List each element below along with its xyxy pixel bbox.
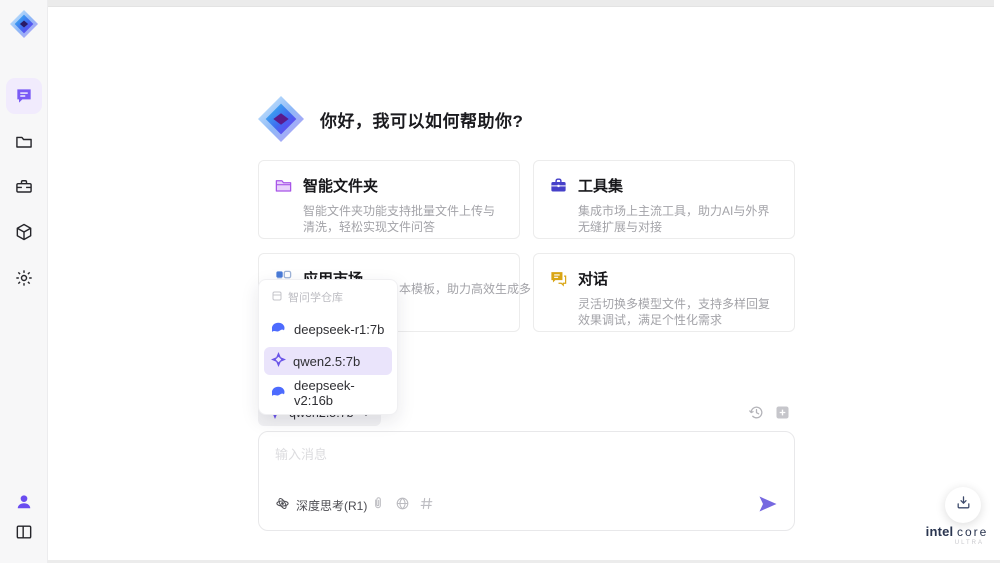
assistant-logo <box>258 96 304 142</box>
deep-think-label: 深度思考(R1) <box>296 498 368 513</box>
card-toolset[interactable]: 工具集 集成市场上主流工具，助力AI与外界无缝扩展与对接 <box>533 160 795 239</box>
message-input[interactable]: 输入消息 <box>275 444 327 463</box>
card-description: 集成市场上主流工具，助力AI与外界无缝扩展与对接 <box>578 204 770 234</box>
history-icon[interactable] <box>748 404 765 421</box>
sidebar-item-folders[interactable] <box>6 124 42 160</box>
chat-top-actions <box>748 404 791 421</box>
model-option-label: qwen2.5:7b <box>293 353 361 369</box>
briefcase-icon <box>548 176 568 196</box>
ultra-wordmark: ULTRA <box>954 540 984 546</box>
model-option-label: deepseek-v2:16b <box>294 378 355 408</box>
deep-think-icon <box>275 496 290 514</box>
folder-icon <box>14 132 34 152</box>
hash-icon[interactable] <box>419 496 434 511</box>
gear-icon <box>14 268 34 288</box>
card-description-partial: 本模板，助力高效生成多 <box>399 282 532 296</box>
sidebar-item-apps[interactable] <box>6 214 42 250</box>
sidebar-item-chat[interactable] <box>6 78 42 114</box>
panel-icon <box>14 522 34 542</box>
toolbox-icon <box>14 177 34 197</box>
model-dropdown: 智问学仓库 deepseek-r1:7b qwen2.5:7b deepseek… <box>258 279 398 415</box>
sidebar <box>0 0 48 563</box>
folder-purple-icon <box>273 176 293 196</box>
greeting-text: 你好，我可以如何帮助你? <box>320 111 524 131</box>
sidebar-item-panel-toggle[interactable] <box>6 514 42 550</box>
model-option-deepseek-r1[interactable]: deepseek-r1:7b <box>264 315 392 343</box>
deep-think-toggle[interactable]: 深度思考(R1) <box>275 496 367 514</box>
app-logo <box>10 10 38 38</box>
window-title-bar <box>48 0 994 7</box>
card-description: 灵活切换多模型文件，支持多样回复效果调试，满足个性化需求 <box>578 297 771 327</box>
card-smart-folder[interactable]: 智能文件夹 智能文件夹功能支持批量文件上传与清洗，轻松实现文件问答 <box>258 160 520 239</box>
model-option-qwen[interactable]: qwen2.5:7b <box>264 347 392 375</box>
card-title: 智能文件夹 <box>303 178 379 195</box>
chat-yellow-icon <box>548 269 568 289</box>
new-chat-icon[interactable] <box>774 404 791 421</box>
deepseek-whale-icon <box>271 386 287 401</box>
model-dropdown-header: 智问学仓库 <box>264 286 392 311</box>
download-icon <box>955 494 972 516</box>
qwen-star-icon <box>271 352 286 370</box>
cube-icon <box>14 222 34 242</box>
intel-core-logo: intel core ULTRA <box>922 524 992 546</box>
core-wordmark: core <box>957 525 989 539</box>
greeting-header: 你好，我可以如何帮助你? <box>258 96 523 142</box>
composer-tools <box>371 496 434 511</box>
intel-wordmark: intel <box>925 524 954 539</box>
card-title: 工具集 <box>578 178 624 195</box>
sidebar-item-settings[interactable] <box>6 260 42 296</box>
repository-icon <box>271 290 283 305</box>
model-option-deepseek-v2[interactable]: deepseek-v2:16b <box>264 378 392 408</box>
card-dialogue[interactable]: 对话 灵活切换多模型文件，支持多样回复效果调试，满足个性化需求 <box>533 253 795 332</box>
paperclip-icon[interactable] <box>371 496 386 511</box>
download-button[interactable] <box>945 487 981 523</box>
sidebar-item-toolbox[interactable] <box>6 169 42 205</box>
model-dropdown-header-label: 智问学仓库 <box>288 292 343 304</box>
chat-icon <box>14 86 34 106</box>
user-icon <box>14 492 34 512</box>
send-icon[interactable] <box>756 492 780 516</box>
globe-icon[interactable] <box>395 496 410 511</box>
message-composer: 输入消息 深度思考(R1) <box>258 431 795 531</box>
model-option-label: deepseek-r1:7b <box>294 321 385 337</box>
card-title: 对话 <box>578 271 609 288</box>
card-description: 智能文件夹功能支持批量文件上传与清洗，轻松实现文件问答 <box>303 204 496 234</box>
deepseek-whale-icon <box>271 322 287 337</box>
